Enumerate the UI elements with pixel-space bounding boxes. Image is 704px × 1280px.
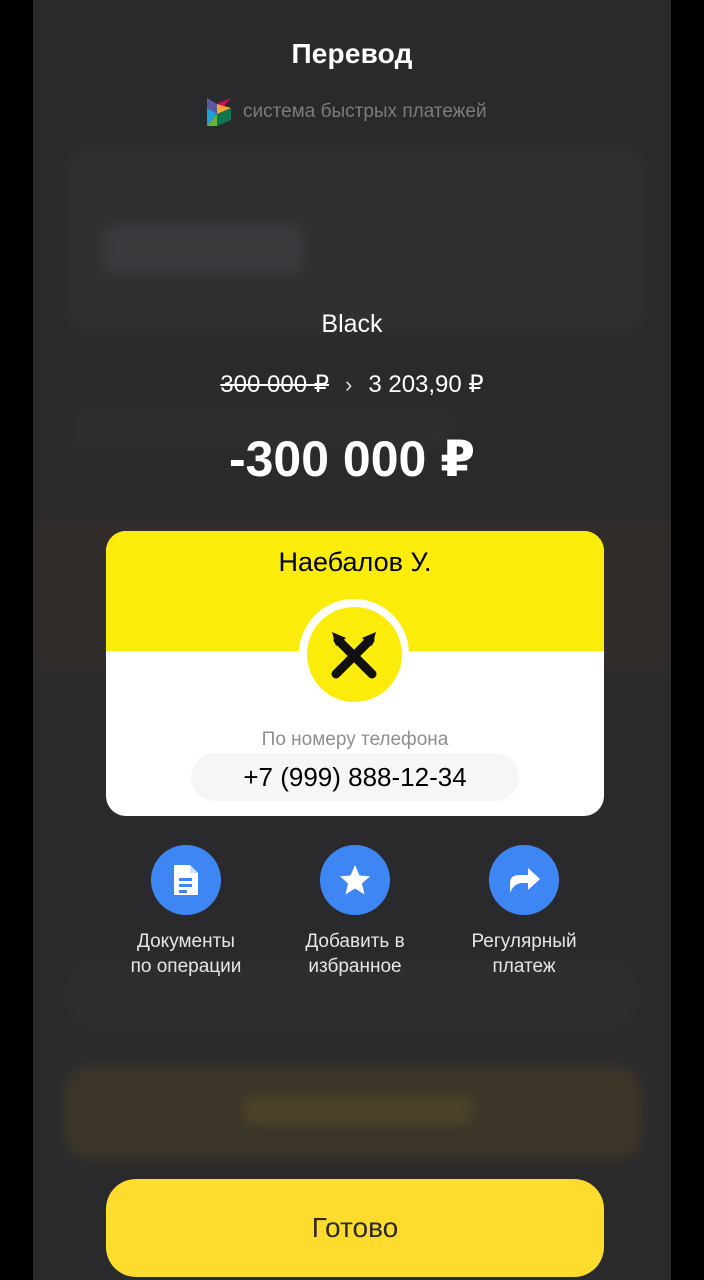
add-favorite-button-circle[interactable] <box>320 845 390 915</box>
documents-button-circle[interactable] <box>151 845 221 915</box>
transfer-amount: -300 000 ₽ <box>228 431 476 487</box>
add-favorite-button[interactable]: Добавить в избранное <box>275 845 435 979</box>
chevron-right-icon: › <box>345 371 353 397</box>
balance-change: 300 000 ₽ › 3 203,90 ₽ <box>33 370 671 399</box>
regular-payment-button-circle[interactable] <box>489 845 559 915</box>
star-icon <box>340 865 370 895</box>
done-button[interactable]: Готово <box>106 1179 604 1277</box>
recipient-name: Наебалов У. <box>278 547 432 577</box>
recipient-phone: +7 (999) 888-12-34 <box>191 753 519 801</box>
blurred-background-amount <box>103 225 303 273</box>
action-row: Документы по операции Добавить в избранн… <box>106 845 604 979</box>
sbp-label: система быстрых платежей <box>243 101 487 122</box>
page-title: Перевод <box>291 38 413 69</box>
documents-label: Документы по операции <box>130 931 242 977</box>
raiffeisen-logo-icon <box>331 632 377 679</box>
regular-payment-label: Регулярный платеж <box>471 931 577 977</box>
bank-logo <box>299 599 409 709</box>
sbp-brand: система быстрых платежей <box>205 96 487 128</box>
documents-button[interactable]: Документы по операции <box>106 845 266 979</box>
recipient-label: Black <box>321 310 383 338</box>
sbp-logo-icon <box>207 98 231 126</box>
balance-after: 3 203,90 ₽ <box>368 371 484 398</box>
share-arrow-icon <box>510 868 540 893</box>
balance-before: 300 000 ₽ <box>220 371 329 398</box>
document-icon <box>174 865 198 895</box>
blurred-background-button-text <box>243 1095 473 1125</box>
transfer-method-label: По номеру телефона <box>261 729 449 750</box>
recipient-card: Наебалов У. По номеру телефона +7 (999) … <box>106 531 604 816</box>
add-favorite-label: Добавить в избранное <box>305 931 405 977</box>
screen: Перевод система быстрых платежей Black 3… <box>33 0 671 1280</box>
regular-payment-button[interactable]: Регулярный платеж <box>444 845 604 979</box>
